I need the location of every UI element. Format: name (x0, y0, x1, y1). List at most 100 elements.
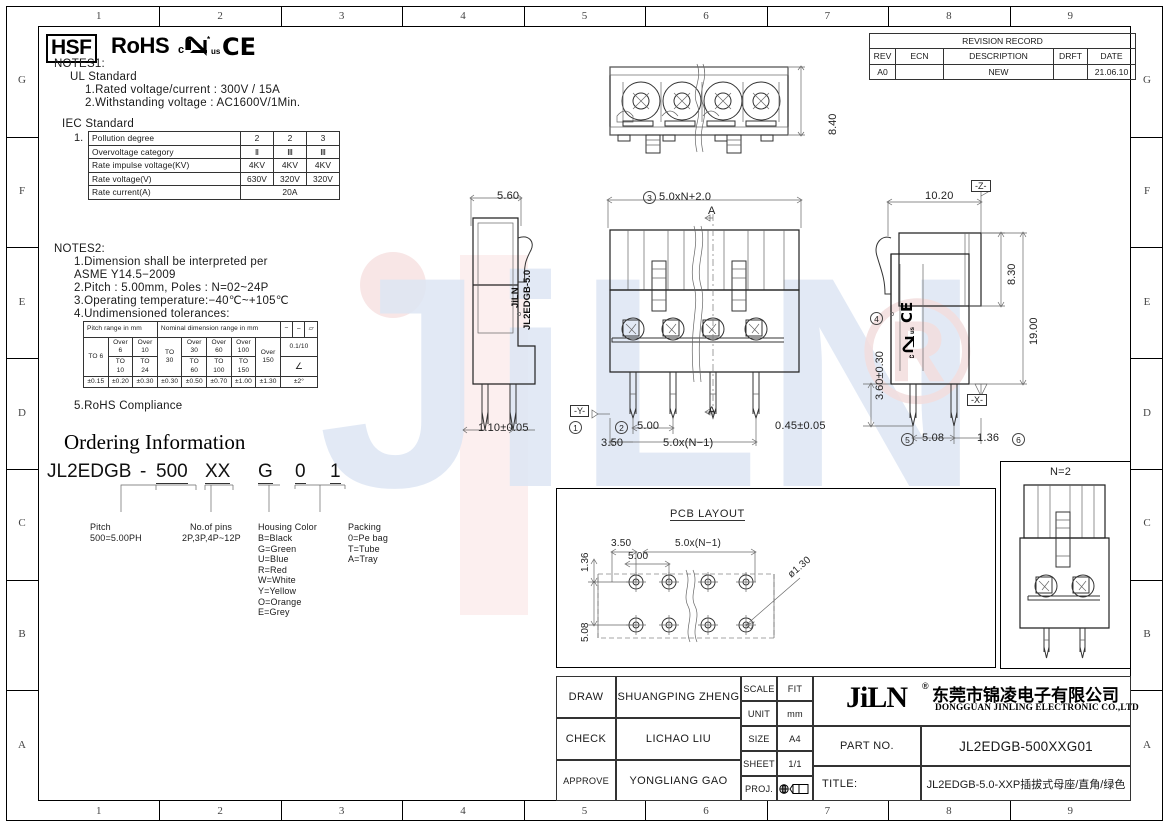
zone-left-G: G (18, 74, 26, 87)
ordering-pitch-value: 500=5.00PH (90, 533, 142, 543)
ordering-pins-value: 2P,3P,4P~12P (182, 533, 241, 543)
tol-pitch-0: TO 6 (83, 337, 109, 377)
top-plan-view (609, 63, 805, 154)
tolerance-value: ±0.30 (156, 375, 183, 389)
pcb-pitch-dim: 5.00 (628, 551, 649, 562)
housing-color-option: E=Grey (258, 607, 290, 618)
zone-top-8: 8 (946, 10, 952, 22)
packing-option: T=Tube (348, 543, 380, 554)
front-view-edge-dim: 3.50 (601, 437, 624, 449)
zone-tick (159, 6, 161, 26)
zone-tick (402, 801, 404, 821)
tol-pitch-2a: Over 10 (132, 336, 158, 358)
section-mark-a-top: A (708, 205, 716, 217)
datum-y: -Y- (570, 405, 590, 417)
zone-tick (402, 6, 404, 26)
tolerance-values-row: ±0.15 ±0.20 ±0.30 ±0.30 ±0.50 ±0.70 ±1.00 ±1.30… (83, 375, 319, 389)
tol-nom-1a: Over 30 (181, 336, 208, 358)
zone-bottom-3: 3 (338, 805, 345, 817)
part-no-value: JL2EDGB-500XXG01 (921, 726, 1131, 766)
iec-row: Overvoltage category Ⅱ Ⅲ Ⅲ (88, 144, 340, 159)
callout-6: 6 (1012, 433, 1025, 446)
zone-right-A: A (1143, 738, 1151, 751)
housing-color-option: Y=Yellow (258, 585, 297, 596)
end-view-total-height: 19.00 (1028, 317, 1040, 345)
end-view-depth-dim: 10.20 (925, 190, 954, 202)
zone-left-E: E (18, 295, 26, 308)
housing-color-option: R=Red (258, 564, 288, 575)
unit-label: UNIT (741, 701, 777, 726)
iec-row-label: Rate current(A) (88, 185, 241, 200)
ordering-title: Ordering Information (64, 430, 246, 454)
tol-pitch-2b: TO 24 (132, 356, 158, 377)
zone-left-B: B (18, 627, 26, 640)
notes1-item-1: 2.Withstanding voltage : AC1600V/1Min. (85, 97, 301, 109)
tol-nom-1b: TO 60 (181, 356, 208, 377)
callout-5: 5 (901, 433, 914, 446)
zone-tick (6, 468, 38, 470)
zone-bottom-5: 5 (581, 805, 588, 817)
check-label: CHECK (556, 718, 616, 760)
zone-top-2: 2 (217, 10, 223, 22)
notes1-subheading: UL Standard (70, 71, 137, 83)
tol-head-nominal: Nominal dimension range in mm (156, 321, 281, 338)
check-value: LICHAO LIU (616, 718, 741, 760)
revision-cell-date: 21.06.10 (1087, 63, 1136, 80)
tolerance-value: ±0.15 (83, 375, 109, 389)
revision-cell-description: NEW (943, 63, 1054, 80)
ordering-housing-options: B=Black G=Green U=Blue R=Red W=White Y=Yellow… (258, 533, 301, 618)
zone-tick (1131, 579, 1163, 581)
packing-option: A=Tray (348, 554, 378, 565)
notes1-item-0: 1.Rated voltage/current : 300V / 15A (85, 84, 281, 96)
ordering-packing-options: 0=Pe bag T=Tube A=Tray (348, 533, 388, 565)
zone-tick (6, 358, 38, 360)
zone-right-C: C (1143, 517, 1151, 530)
tol-nom-3b: TO 150 (230, 356, 257, 377)
notes1-heading: NOTES1: (54, 58, 105, 70)
end-view-pin-length: 3.60±0.30 (874, 351, 886, 400)
revision-header-cell: DRFT (1053, 48, 1088, 65)
zone-tick (280, 6, 282, 26)
ordering-pitch-title: Pitch (90, 522, 111, 532)
zone-top-5: 5 (581, 10, 588, 22)
notes2-item-3: 3.Operating temperature:−40℃~+105℃ (74, 295, 289, 307)
housing-color-option: W=White (258, 575, 296, 586)
ordering-packing-title: Packing (348, 522, 382, 532)
callout-1: 1 (569, 421, 582, 434)
zone-bottom-1: 1 (95, 805, 102, 817)
iec-row: Rate current(A) 20A (88, 185, 340, 200)
housing-color-option: G=Green (258, 543, 297, 554)
iec-row-label: Pollution degree (88, 131, 241, 146)
ordering-pins-title: No.of pins (190, 522, 233, 532)
tol-sym-minus: − (279, 321, 294, 338)
front-view-pitch-dim: 5.00 (637, 420, 660, 432)
revision-header-cell: DATE (1087, 48, 1136, 65)
tolerance-value: ±1.30 (255, 375, 281, 389)
notes2-heading: NOTES2: (54, 243, 105, 255)
revision-header-cell: ECN (895, 48, 944, 65)
front-view-pin-thickness: 0.45±0.05 (775, 420, 826, 432)
iec-row-label: Overvoltage category (88, 144, 241, 159)
notes2-item-2: 2.Pitch : 5.00mm, Poles : N=02~24P (74, 282, 269, 294)
callout-3: 3 (643, 191, 656, 204)
scale-label: SCALE (741, 676, 777, 701)
iec-cell: 2 (273, 131, 307, 146)
tol-sym-arc: ⌢ (292, 321, 306, 338)
zone-tick (159, 801, 161, 821)
tol-pitch-1a: Over 6 (107, 336, 134, 358)
zone-top-3: 3 (338, 10, 345, 22)
proj-label: PROJ. (741, 776, 777, 801)
iec-spec-table: Pollution degree 2 2 3 Overvoltage category Ⅱ… (88, 131, 340, 200)
approve-label: APPROVE (556, 760, 616, 801)
revision-record-table: REVISION RECORD REV ECN DESCRIPTION DRFT DAT… (869, 32, 1136, 80)
iec-cell: Ⅲ (306, 144, 340, 159)
zone-tick (6, 136, 38, 138)
zone-tick (6, 690, 38, 692)
zone-tick (645, 6, 647, 26)
packing-option: 0=Pe bag (348, 533, 388, 543)
zone-tick (645, 801, 647, 821)
iec-cell: 320V (306, 171, 340, 186)
housing-color-option: O=Orange (258, 596, 302, 607)
company-logo: JiLN (846, 681, 908, 714)
notes2-item-0: 1.Dimension shall be interpreted per (74, 256, 268, 268)
